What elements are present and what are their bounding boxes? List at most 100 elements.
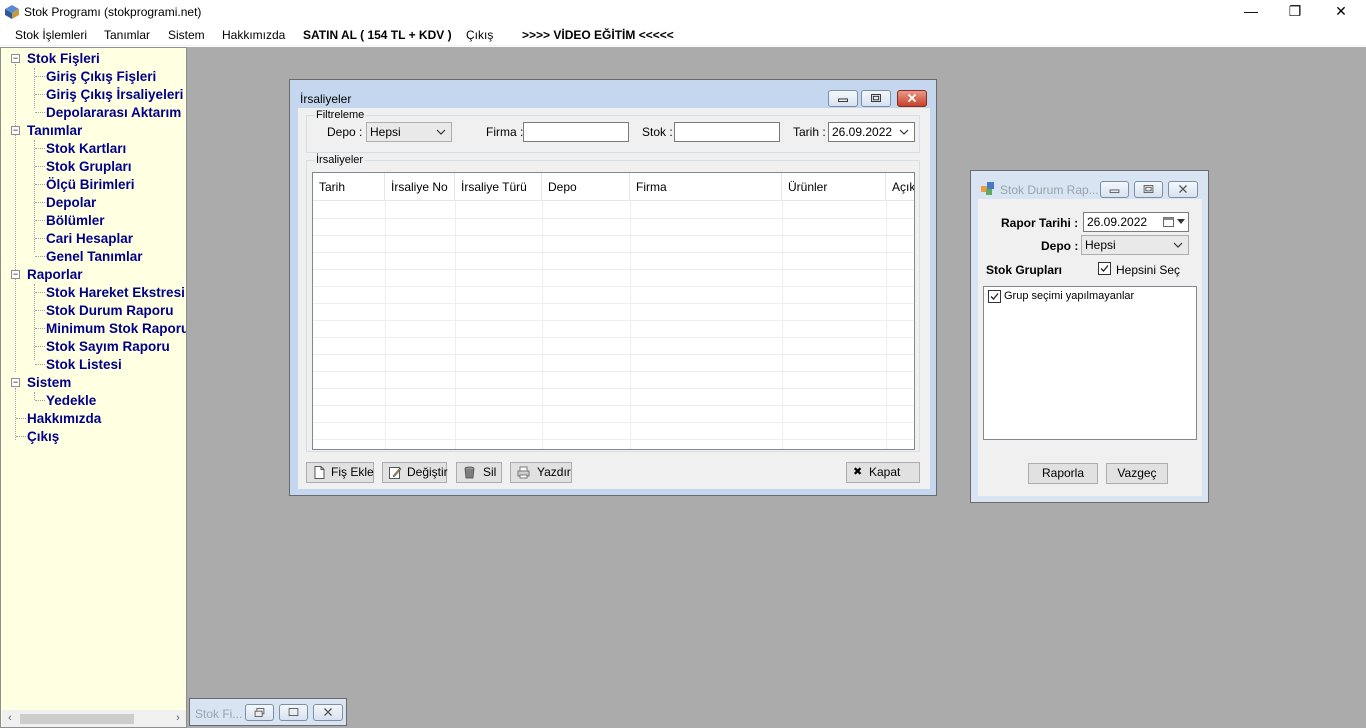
menu-sistem[interactable]: Sistem	[168, 28, 205, 42]
column-header-firma[interactable]: Firma	[630, 173, 782, 201]
menu-hakkimizda[interactable]: Hakkımızda	[222, 28, 285, 42]
tree-collapse-icon[interactable]: −	[11, 54, 20, 63]
menu-satin-al[interactable]: SATIN AL ( 154 TL + KDV )	[303, 28, 452, 42]
menu-cikis[interactable]: Çıkış	[466, 28, 493, 42]
app-icon	[5, 5, 19, 19]
menu-tanimlar[interactable]: Tanımlar	[104, 28, 150, 42]
depo-select-value: Hepsi	[370, 125, 401, 139]
filtreleme-group-label: Filtreleme	[315, 109, 366, 121]
table-row	[313, 253, 914, 270]
minimized-close-button[interactable]	[313, 704, 343, 721]
column-header-aciklama[interactable]: Açıkl	[886, 173, 914, 201]
stok-gruplari-list[interactable]: Grup seçimi yapılmayanlar	[983, 286, 1197, 440]
stok-input[interactable]	[674, 122, 780, 142]
column-header-irsaliye-turu[interactable]: İrsaliye Türü	[455, 173, 542, 201]
tree-node-olcu-birimleri[interactable]: Ölçü Birimleri	[46, 176, 135, 194]
table-row	[313, 338, 914, 355]
hepsini-sec-checkbox[interactable]	[1098, 262, 1111, 275]
fis-ekle-button[interactable]: Fiş Ekle	[306, 462, 374, 483]
tree-connector-line	[34, 140, 35, 252]
tree-node-stok-hareket-ekstresi[interactable]: Stok Hareket Ekstresi	[46, 284, 185, 302]
tree-collapse-icon[interactable]: −	[11, 270, 20, 279]
depo-select[interactable]: Hepsi	[366, 122, 452, 142]
tree-connector-line	[34, 284, 35, 360]
tree-collapse-icon[interactable]: −	[11, 378, 20, 387]
tarih-date-picker[interactable]: 26.09.2022	[828, 122, 915, 142]
menu-video-egitim[interactable]: >>>> VİDEO EĞİTİM <<<<<	[522, 28, 674, 42]
list-item-checkbox[interactable]	[988, 290, 1001, 303]
tree-node-stok-sayim-raporu[interactable]: Stok Sayım Raporu	[46, 338, 170, 356]
irsaliyeler-minimize-button[interactable]	[828, 90, 858, 107]
tree-connector-line	[34, 392, 35, 400]
tree-connector-line	[16, 418, 26, 419]
column-header-depo[interactable]: Depo	[542, 173, 630, 201]
firma-input[interactable]	[523, 122, 629, 142]
raporla-label: Raporla	[1041, 466, 1085, 480]
tree-node-stok-gruplari[interactable]: Stok Grupları	[46, 158, 132, 176]
degistir-button[interactable]: Değiştir	[382, 462, 448, 483]
tree-connector-line	[35, 202, 45, 203]
firma-label: Firma :	[486, 125, 524, 139]
tree-node-depolararasi-aktarim[interactable]: Depolararası Aktarım	[46, 104, 181, 122]
minimized-restore-button[interactable]	[245, 704, 274, 721]
close-button[interactable]: ✕	[1318, 0, 1364, 24]
restore-button[interactable]: ❐	[1272, 0, 1318, 24]
stok-durum-minimize-button[interactable]	[1100, 181, 1129, 198]
rapor-tarihi-date-picker[interactable]: 26.09.2022	[1083, 212, 1189, 232]
stok-durum-restore-button[interactable]	[1134, 181, 1163, 198]
tree-connector-line	[34, 68, 35, 108]
title-bar: Stok Programı (stokprogrami.net) — ❐ ✕	[0, 0, 1366, 24]
tree-node-bolumler[interactable]: Bölümler	[46, 212, 105, 230]
tree-horizontal-scrollbar[interactable]: ‹ ›	[2, 710, 186, 727]
kapat-button[interactable]: ✖ Kapat	[846, 462, 920, 483]
column-header-irsaliye-no[interactable]: İrsaliye No	[385, 173, 455, 201]
minimized-maximize-button[interactable]	[279, 704, 308, 721]
tree-node-giris-cikis-fisleri[interactable]: Giriş Çıkış Fişleri	[46, 68, 156, 86]
tree-connector-line	[35, 256, 45, 257]
scroll-left-icon[interactable]: ‹	[2, 711, 18, 726]
minimize-button[interactable]: —	[1228, 0, 1274, 24]
tree-node-yedekle[interactable]: Yedekle	[46, 392, 96, 410]
table-row	[313, 287, 914, 304]
tree-node-genel-tanimlar[interactable]: Genel Tanımlar	[46, 248, 143, 266]
tree-collapse-icon[interactable]: −	[11, 126, 20, 135]
stok-durum-client-area: Rapor Tarihi : 26.09.2022 Depo : Hepsi S…	[978, 199, 1202, 496]
tree-node-hakkimizda[interactable]: Hakkımızda	[27, 410, 101, 428]
tree-node-tanimlar[interactable]: Tanımlar	[27, 122, 82, 140]
yazdir-button[interactable]: Yazdır	[510, 462, 572, 483]
table-row	[313, 423, 914, 440]
stok-durum-close-button[interactable]	[1168, 181, 1198, 198]
tree-node-raporlar[interactable]: Raporlar	[27, 266, 83, 284]
scrollbar-thumb[interactable]	[20, 714, 134, 724]
tree-node-depolar[interactable]: Depolar	[46, 194, 96, 212]
menu-stok-islemleri[interactable]: Stok İşlemleri	[15, 28, 87, 42]
minimized-window[interactable]: Stok Fi...	[189, 698, 347, 726]
column-header-tarih[interactable]: Tarih	[313, 173, 385, 201]
irsaliyeler-grid[interactable]: Tarih İrsaliye No İrsaliye Türü Depo Fir…	[312, 172, 915, 450]
scroll-right-icon[interactable]: ›	[170, 711, 186, 726]
tree-node-stok-listesi[interactable]: Stok Listesi	[46, 356, 122, 374]
tree-node-cari-hesaplar[interactable]: Cari Hesaplar	[46, 230, 133, 248]
column-header-urunler[interactable]: Ürünler	[782, 173, 886, 201]
tree-node-stok-fisleri[interactable]: Stok Fişleri	[27, 50, 100, 68]
chevron-down-icon	[1173, 242, 1183, 248]
minimize-icon	[838, 98, 848, 103]
tree-connector-line	[35, 220, 45, 221]
depo-select[interactable]: Hepsi	[1081, 235, 1189, 255]
tree-node-minimum-stok-raporu[interactable]: Minimum Stok Raporu	[46, 320, 186, 338]
tree-node-stok-durum-raporu[interactable]: Stok Durum Raporu	[46, 302, 174, 320]
fis-ekle-label: Fiş Ekle	[331, 465, 374, 479]
stok-label: Stok :	[642, 125, 673, 139]
kapat-icon: ✖	[853, 466, 863, 478]
tree-node-sistem[interactable]: Sistem	[27, 374, 71, 392]
tree-connector-line	[35, 328, 45, 329]
raporla-button[interactable]: Raporla	[1028, 463, 1098, 484]
sil-button[interactable]: Sil	[456, 462, 502, 483]
tree-connector-line	[35, 166, 45, 167]
tree-node-cikis[interactable]: Çıkış	[27, 428, 59, 446]
vazgec-button[interactable]: Vazgeç	[1106, 463, 1168, 484]
irsaliyeler-restore-button[interactable]	[861, 90, 891, 107]
tree-node-giris-cikis-irsaliyeleri[interactable]: Giriş Çıkış İrsaliyeleri	[46, 86, 183, 104]
tree-node-stok-kartlari[interactable]: Stok Kartları	[46, 140, 126, 158]
irsaliyeler-close-button[interactable]	[897, 90, 927, 107]
